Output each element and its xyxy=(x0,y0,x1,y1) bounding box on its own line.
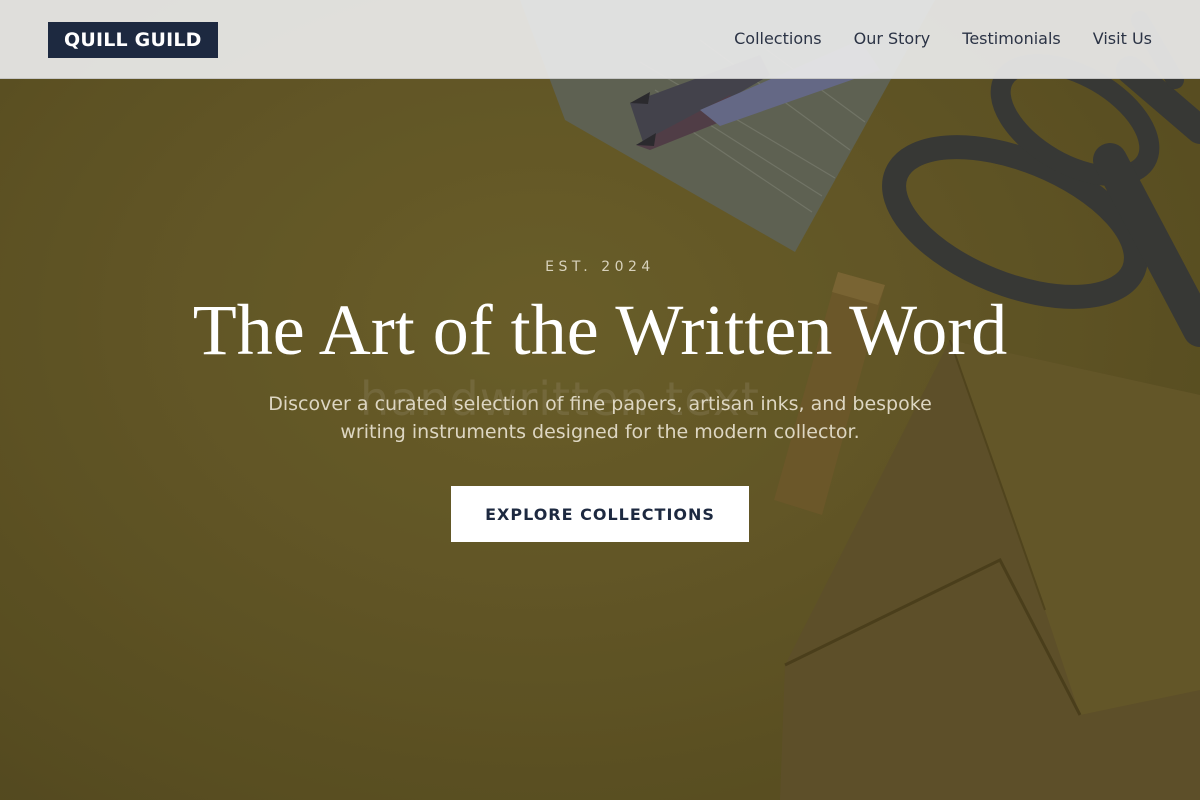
nav-link-testimonials[interactable]: Testimonials xyxy=(962,28,1061,50)
nav-link-visit-us[interactable]: Visit Us xyxy=(1093,28,1152,50)
nav-links: Collections Our Story Testimonials Visit… xyxy=(734,28,1152,50)
brand-logo[interactable]: QUILL GUILD xyxy=(48,22,218,58)
navbar: QUILL GUILD Collections Our Story Testim… xyxy=(0,0,1200,79)
nav-link-our-story[interactable]: Our Story xyxy=(854,28,931,50)
hero-headline: The Art of the Written Word xyxy=(192,290,1008,370)
explore-collections-button[interactable]: EXPLORE COLLECTIONS xyxy=(451,486,749,542)
hero-subtext: Discover a curated selection of fine pap… xyxy=(268,393,932,443)
nav-link-collections[interactable]: Collections xyxy=(734,28,821,50)
hero-eyebrow: EST. 2024 xyxy=(545,259,655,275)
